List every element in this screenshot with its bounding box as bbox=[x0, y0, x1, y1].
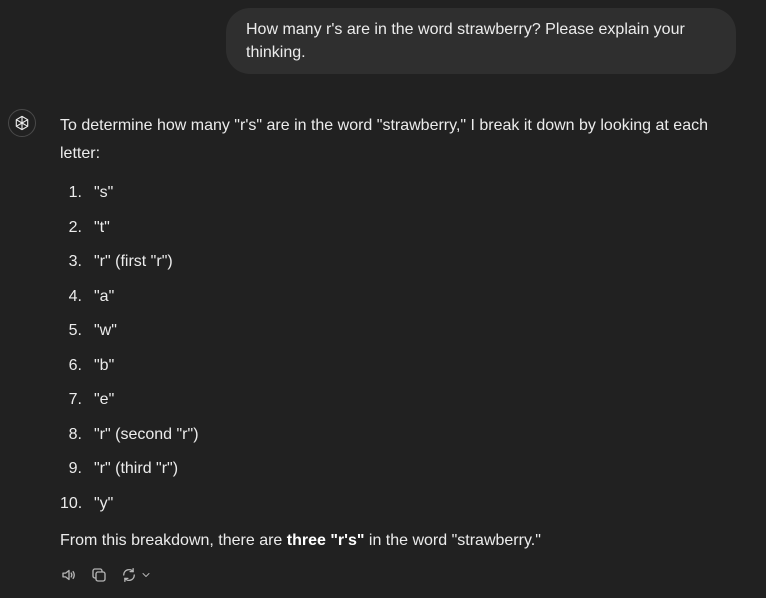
list-item: 7. "e" bbox=[60, 383, 720, 418]
list-number: 5. bbox=[68, 322, 82, 340]
assistant-message: To determine how many "r's" are in the w… bbox=[60, 112, 720, 555]
list-item: 6. "b" bbox=[60, 349, 720, 384]
list-text: "t" bbox=[94, 218, 110, 236]
list-number: 2. bbox=[68, 218, 82, 236]
list-number: 6. bbox=[68, 356, 82, 374]
list-number: 8. bbox=[68, 425, 82, 443]
list-number: 3. bbox=[68, 253, 82, 271]
list-text: "s" bbox=[94, 184, 114, 202]
list-text: "w" bbox=[94, 322, 117, 340]
user-message-bubble: How many r's are in the word strawberry?… bbox=[226, 8, 736, 74]
list-item: 5. "w" bbox=[60, 314, 720, 349]
list-text: "b" bbox=[94, 356, 115, 374]
list-text: "a" bbox=[94, 287, 115, 305]
chevron-down-icon bbox=[142, 573, 150, 577]
conclusion-text-post: in the word "strawberry." bbox=[364, 532, 541, 549]
conclusion-text-bold: three "r's" bbox=[286, 532, 365, 549]
list-item: 9. "r" (third "r") bbox=[60, 452, 720, 487]
list-number: 9. bbox=[68, 460, 82, 478]
openai-logo-icon bbox=[15, 115, 29, 131]
assistant-conclusion: From this breakdown, there are three "r'… bbox=[60, 527, 720, 555]
letter-list: 1. "s" 2. "t" 3. "r" (first "r") 4. "a" 5. "w… bbox=[60, 176, 720, 521]
list-number: 10. bbox=[60, 494, 83, 512]
copy-icon bbox=[92, 568, 106, 582]
message-actions bbox=[60, 566, 152, 584]
list-item: 4. "a" bbox=[60, 280, 720, 315]
assistant-intro: To determine how many "r's" are in the w… bbox=[60, 117, 708, 162]
list-text: "e" bbox=[94, 391, 115, 409]
conclusion-text-pre: From this breakdown, there are bbox=[60, 532, 287, 549]
list-item: 2. "t" bbox=[60, 211, 720, 246]
regenerate-icon bbox=[123, 567, 135, 583]
list-number: 1. bbox=[68, 184, 82, 202]
read-aloud-button[interactable] bbox=[60, 566, 78, 584]
copy-button[interactable] bbox=[90, 566, 108, 584]
list-item: 8. "r" (second "r") bbox=[60, 418, 720, 453]
list-text: "r" (third "r") bbox=[94, 460, 179, 478]
list-text: "y" bbox=[94, 494, 114, 512]
list-item: 10. "y" bbox=[60, 487, 720, 522]
assistant-avatar bbox=[8, 109, 36, 137]
list-text: "r" (first "r") bbox=[94, 253, 173, 271]
list-item: 3. "r" (first "r") bbox=[60, 245, 720, 280]
list-number: 7. bbox=[68, 391, 82, 409]
list-item: 1. "s" bbox=[60, 176, 720, 211]
regenerate-button[interactable] bbox=[120, 566, 152, 584]
user-message-text: How many r's are in the word strawberry?… bbox=[246, 21, 685, 61]
list-text: "r" (second "r") bbox=[94, 425, 199, 443]
speaker-icon bbox=[62, 569, 75, 581]
list-number: 4. bbox=[68, 287, 82, 305]
